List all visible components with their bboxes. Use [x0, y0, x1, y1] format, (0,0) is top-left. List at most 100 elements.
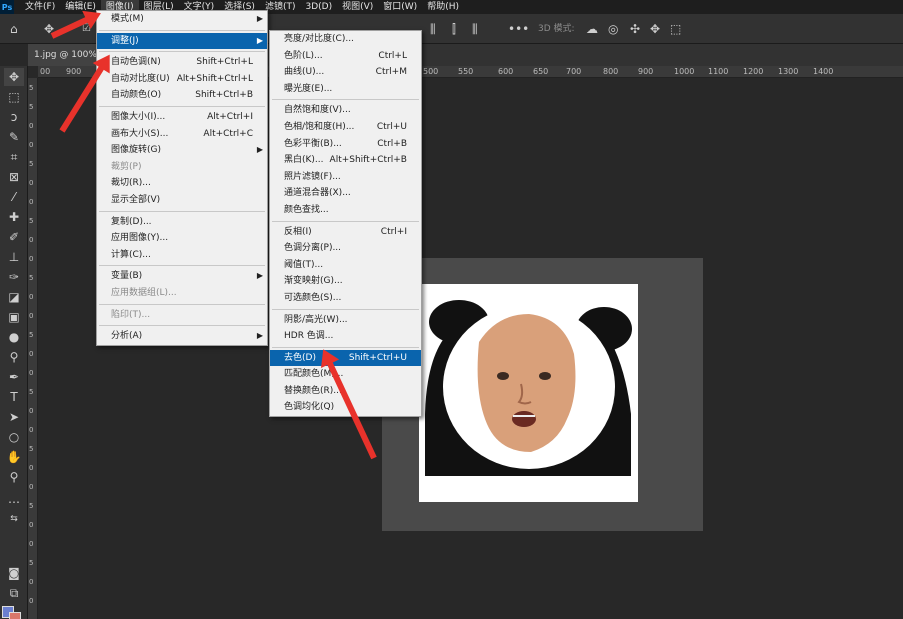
menu-item-label: 照片滤镜(F)... [284, 171, 341, 182]
image-menu-item[interactable]: 画布大小(S)... Alt+Ctrl+C [97, 126, 267, 143]
gradient-tool-icon[interactable]: ▣ [4, 308, 24, 326]
align-center-icon[interactable]: ⫿ [452, 14, 456, 44]
image-menu-item[interactable]: 自动色调(N) Shift+Ctrl+L [97, 54, 267, 71]
move-tool-icon[interactable]: ✥ [4, 68, 24, 86]
adjust-menu-item[interactable]: 照片滤镜(F)... [270, 169, 421, 186]
menu-0[interactable]: 文件(F) [20, 0, 60, 14]
3d-roll-icon[interactable]: ◎ [608, 14, 618, 44]
ruler-top-label: 700 [566, 67, 582, 76]
3d-pan-icon[interactable]: ✣ [630, 14, 640, 44]
blur-tool-icon[interactable]: ● [4, 328, 24, 346]
home-icon[interactable]: ⌂ [10, 14, 18, 44]
quick-select-tool-icon[interactable]: ✎ [4, 128, 24, 146]
healing-brush-tool-icon[interactable]: ✚ [4, 208, 24, 226]
menu-7[interactable]: 3D(D) [300, 0, 337, 14]
screen-mode-icon[interactable]: ⧉ [4, 584, 24, 602]
zoom-tool-icon[interactable]: ⚲ [4, 468, 24, 486]
frame-tool-icon[interactable]: ⊠ [4, 168, 24, 186]
3d-slide-icon[interactable]: ✥ [650, 14, 660, 44]
image-menu-item[interactable]: 图像大小(I)... Alt+Ctrl+I [97, 109, 267, 126]
image-menu-item[interactable]: 模式(M) ▶ [97, 11, 267, 28]
image-menu-item[interactable]: 裁切(R)... [97, 175, 267, 192]
image-menu-item[interactable]: 显示全部(V) [97, 192, 267, 209]
image-menu-item[interactable]: 变量(B) ▶ [97, 268, 267, 285]
lasso-tool-icon[interactable]: ↄ [4, 108, 24, 126]
adjust-menu-item[interactable]: 可选颜色(S)... [270, 290, 421, 307]
adjust-menu-item[interactable]: 通道混合器(X)... [270, 185, 421, 202]
menu-item-label: 曲线(U)... [284, 67, 325, 78]
adjust-menu-item[interactable]: 亮度/对比度(C)... [270, 31, 421, 48]
image-menu-item[interactable]: 图像旋转(G) ▶ [97, 142, 267, 159]
path-selection-tool-icon[interactable]: ➤ [4, 408, 24, 426]
ruler-left-label: 5 [29, 160, 34, 168]
move-tool-icon[interactable]: ✥ [44, 14, 54, 44]
type-tool-icon[interactable]: T [4, 388, 24, 406]
history-brush-tool-icon[interactable]: ✑ [4, 268, 24, 286]
adjust-menu-item[interactable]: 曲线(U)... Ctrl+M [270, 64, 421, 81]
menu-item-label: 可选颜色(S)... [284, 292, 342, 303]
swap-colors-icon[interactable]: ⇆ [4, 510, 24, 528]
more-options-icon[interactable]: ••• [508, 14, 529, 44]
3d-scale-icon[interactable]: ⬚ [670, 14, 681, 44]
background-color-swatch[interactable] [9, 612, 21, 619]
menu-item-label: 色相/饱和度(H)... [284, 121, 355, 132]
menu-separator [99, 210, 265, 212]
adjust-menu-item[interactable]: HDR 色调... [270, 328, 421, 345]
menu-item-label: 调整(J) [111, 35, 139, 46]
document-image[interactable] [419, 284, 638, 502]
clone-stamp-tool-icon[interactable]: ⊥ [4, 248, 24, 266]
adjust-menu-item[interactable]: 匹配颜色(M)... [270, 366, 421, 383]
image-menu-item[interactable]: 复制(D)... [97, 214, 267, 231]
menu-item-label: 黑白(K)... [284, 155, 324, 166]
image-menu-item[interactable]: 计算(C)... [97, 247, 267, 264]
dodge-tool-icon[interactable]: ⚲ [4, 348, 24, 366]
adjust-menu-item[interactable]: 色相/饱和度(H)... Ctrl+U [270, 119, 421, 136]
adjust-menu-item[interactable]: 颜色查找... [270, 202, 421, 219]
menu-item-shortcut: Ctrl+I [380, 226, 407, 237]
marquee-tool-icon[interactable]: ⬚ [4, 88, 24, 106]
adjust-menu-item[interactable]: 自然饱和度(V)... [270, 102, 421, 119]
adjust-menu-item[interactable]: 曝光度(E)... [270, 81, 421, 98]
ruler-left-label: 5 [29, 559, 34, 567]
adjust-menu-item[interactable]: 阴影/高光(W)... [270, 312, 421, 329]
quick-mask-icon[interactable]: ◙ [4, 564, 24, 582]
menu-item-label: 替换颜色(R)... [284, 385, 342, 396]
menu-8[interactable]: 视图(V) [337, 0, 378, 14]
align-icon[interactable]: ⫼ [430, 14, 436, 44]
image-menu-item[interactable]: 自动对比度(U) Alt+Shift+Ctrl+L [97, 71, 267, 88]
eyedropper-tool-icon[interactable]: ⁄ [4, 188, 24, 206]
menu-item-label: 陷印(T)... [111, 309, 151, 320]
menu-10[interactable]: 帮助(H) [422, 0, 464, 14]
menu-item-label: 色调分离(P)... [284, 243, 342, 254]
brush-tool-icon[interactable]: ✐ [4, 228, 24, 246]
adjust-menu-item[interactable]: 阈值(T)... [270, 257, 421, 274]
submenu-arrow-icon: ▶ [256, 331, 263, 341]
align-right-icon[interactable]: ⫼ [472, 14, 478, 44]
ellipse-tool-icon[interactable]: ○ [4, 428, 24, 446]
image-menu-item[interactable]: 调整(J) ▶ [97, 32, 267, 50]
adjust-menu-item[interactable]: 色调分离(P)... [270, 240, 421, 257]
adjust-menu-item[interactable]: 去色(D) Shift+Ctrl+U [270, 349, 421, 367]
adjust-menu-item[interactable]: 黑白(K)... Alt+Shift+Ctrl+B [270, 152, 421, 169]
ruler-top-label: 600 [498, 67, 514, 76]
adjust-menu-item[interactable]: 色阶(L)... Ctrl+L [270, 48, 421, 65]
menu-separator [272, 220, 419, 222]
image-menu-item[interactable]: 分析(A) ▶ [97, 328, 267, 345]
3d-orbit-icon[interactable]: ☁ [586, 14, 598, 44]
hand-tool-icon[interactable]: ✋ [4, 448, 24, 466]
eraser-tool-icon[interactable]: ◪ [4, 288, 24, 306]
adjust-menu-item[interactable]: 色彩平衡(B)... Ctrl+B [270, 136, 421, 153]
more-tools-icon[interactable]: … [4, 490, 24, 508]
menu-9[interactable]: 窗口(W) [378, 0, 422, 14]
image-menu-item: 裁剪(P) [97, 159, 267, 176]
menu-item-label: 裁切(R)... [111, 178, 151, 189]
crop-tool-icon[interactable]: ⌗ [4, 148, 24, 166]
image-menu-item[interactable]: 自动颜色(O) Shift+Ctrl+B [97, 87, 267, 104]
image-menu-item[interactable]: 应用图像(Y)... [97, 230, 267, 247]
pen-tool-icon[interactable]: ✒ [4, 368, 24, 386]
ruler-left-label: 0 [29, 369, 34, 377]
adjust-menu-item[interactable]: 渐变映射(G)... [270, 273, 421, 290]
adjust-menu-item[interactable]: 反相(I) Ctrl+I [270, 224, 421, 241]
menu-item-label: 分析(A) [111, 331, 143, 342]
ruler-left-label: 0 [29, 179, 34, 187]
